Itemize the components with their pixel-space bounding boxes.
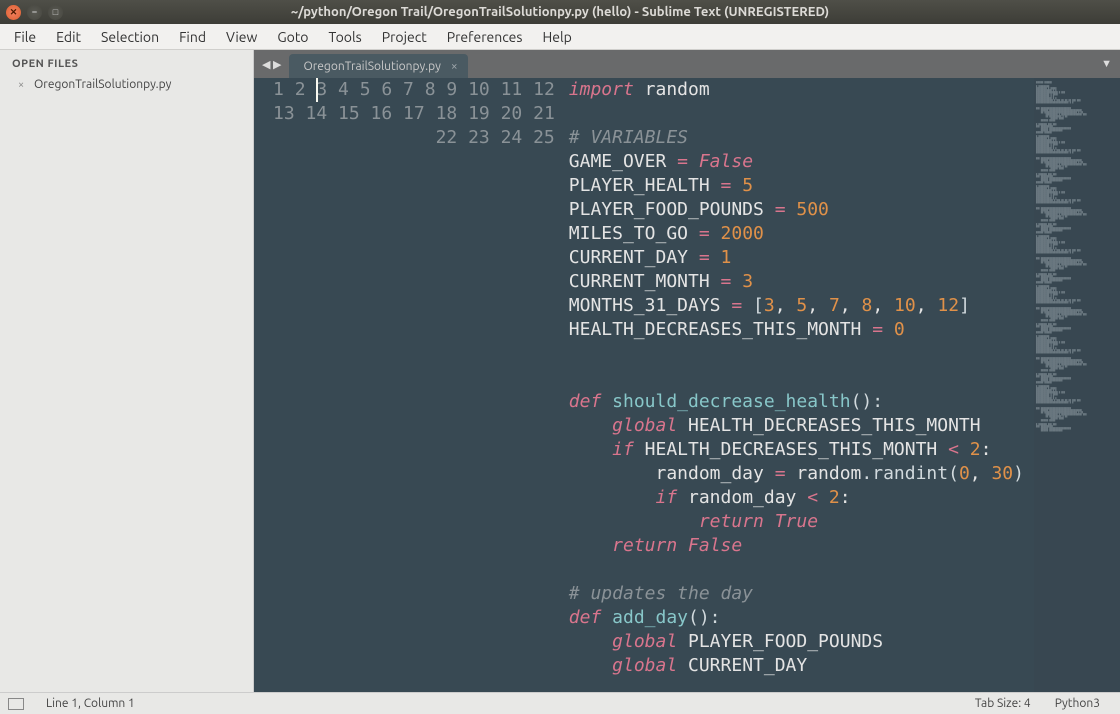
window-minimize-button[interactable]: – [27, 5, 42, 20]
menu-help[interactable]: Help [532, 26, 581, 48]
titlebar: ✕ – □ ~/python/Oregon Trail/OregonTrailS… [0, 0, 1120, 24]
code-editor[interactable]: 1 2 3 4 5 6 7 8 9 10 11 12 13 14 15 16 1… [254, 78, 1034, 692]
open-file-label: OregonTrailSolutionpy.py [34, 78, 171, 91]
syntax-mode[interactable]: Python3 [1043, 697, 1112, 710]
editor-area: ◀ ▶ OregonTrailSolutionpy.py × ▼ 1 2 3 4… [254, 50, 1120, 692]
menubar: File Edit Selection Find View Goto Tools… [0, 24, 1120, 50]
tab-nav-arrows[interactable]: ◀ ▶ [258, 50, 289, 78]
window-title: ~/python/Oregon Trail/OregonTrailSolutio… [0, 5, 1120, 19]
tab-overflow-icon[interactable]: ▼ [1093, 50, 1120, 78]
menu-view[interactable]: View [216, 26, 267, 48]
open-file-item[interactable]: × OregonTrailSolutionpy.py [0, 76, 253, 93]
window-close-button[interactable]: ✕ [6, 5, 21, 20]
menu-goto[interactable]: Goto [267, 26, 318, 48]
line-number-gutter: 1 2 3 4 5 6 7 8 9 10 11 12 13 14 15 16 1… [254, 78, 569, 692]
window-controls: ✕ – □ [6, 5, 63, 20]
menu-edit[interactable]: Edit [46, 26, 91, 48]
menu-find[interactable]: Find [169, 26, 216, 48]
code-content[interactable]: import random # VARIABLES GAME_OVER = Fa… [569, 78, 1034, 692]
menu-tools[interactable]: Tools [319, 26, 372, 48]
open-files-header: OPEN FILES [0, 50, 253, 76]
tab-label: OregonTrailSolutionpy.py [303, 60, 440, 73]
minimap[interactable]: ██████ ██████ █ █████████ █████████ █ ██… [1034, 78, 1120, 692]
window-maximize-button[interactable]: □ [48, 5, 63, 20]
statusbar: Line 1, Column 1 Tab Size: 4 Python3 [0, 692, 1120, 714]
tab-size[interactable]: Tab Size: 4 [963, 697, 1043, 710]
workspace: OPEN FILES × OregonTrailSolutionpy.py ◀ … [0, 50, 1120, 692]
menu-project[interactable]: Project [372, 26, 437, 48]
menu-preferences[interactable]: Preferences [437, 26, 533, 48]
panel-switcher-icon[interactable] [8, 698, 24, 710]
text-cursor [316, 78, 318, 102]
menu-selection[interactable]: Selection [91, 26, 169, 48]
tab-close-icon[interactable]: × [451, 60, 458, 73]
tab-active[interactable]: OregonTrailSolutionpy.py × [289, 54, 467, 78]
code-wrap: 1 2 3 4 5 6 7 8 9 10 11 12 13 14 15 16 1… [254, 78, 1120, 692]
sidebar: OPEN FILES × OregonTrailSolutionpy.py [0, 50, 254, 692]
close-file-icon[interactable]: × [18, 79, 30, 91]
cursor-position[interactable]: Line 1, Column 1 [34, 697, 147, 710]
tabbar: ◀ ▶ OregonTrailSolutionpy.py × ▼ [254, 50, 1120, 78]
menu-file[interactable]: File [4, 26, 46, 48]
